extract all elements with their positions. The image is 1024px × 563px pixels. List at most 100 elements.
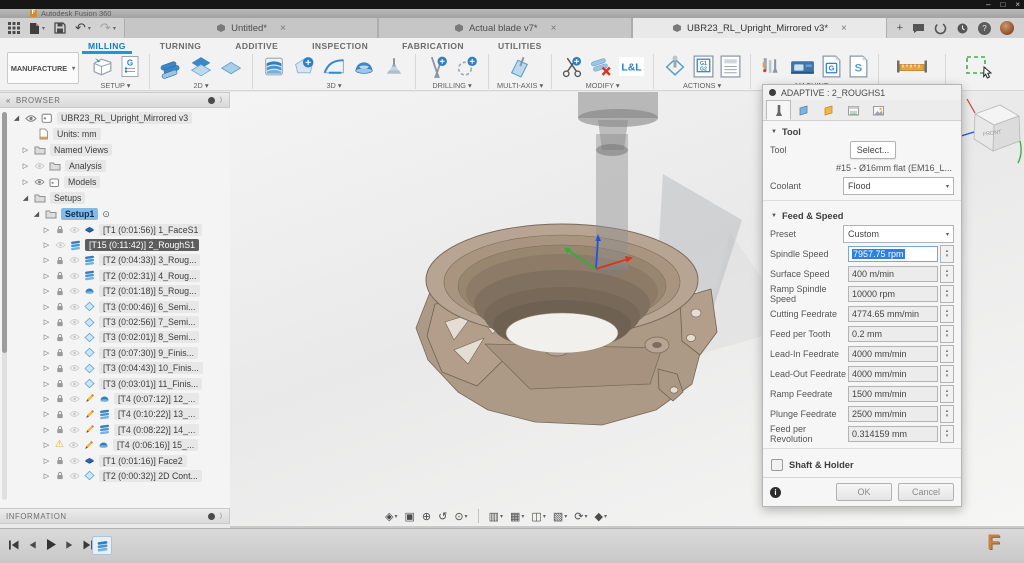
expander-icon[interactable]: ▷: [42, 256, 51, 264]
expander-icon[interactable]: ▷: [42, 441, 51, 449]
orbit-icon[interactable]: ↺: [438, 510, 447, 523]
eye-off-icon[interactable]: [69, 395, 80, 403]
new-tab-button[interactable]: +: [897, 22, 903, 34]
operation-label[interactable]: [T1 (0:01:56)] 1_FaceS1: [99, 224, 202, 236]
active-setup-radio-icon[interactable]: ⊙: [102, 209, 110, 220]
capture-image-icon[interactable]: ▣: [404, 510, 414, 523]
operation-row[interactable]: ▷ [T2 (0:02:31)] 4_Roug...: [12, 268, 228, 283]
shaft-holder-section[interactable]: Shaft & Holder: [763, 453, 961, 477]
operation-label[interactable]: [T3 (0:07:30)] 9_Finis...: [99, 347, 198, 359]
operation-label[interactable]: [T4 (0:08:22)] 14_...: [114, 424, 199, 436]
feed-row-input[interactable]: 4000 mm/min: [848, 346, 938, 362]
effects-icon[interactable]: ◆▾: [594, 510, 606, 523]
tool-select-button[interactable]: Select...: [850, 141, 896, 159]
display-settings-icon[interactable]: ▥▾: [489, 510, 503, 523]
close-tab-icon[interactable]: ×: [841, 23, 847, 34]
simulate-icon[interactable]: [662, 54, 688, 79]
3d-steep-shallow-icon[interactable]: [321, 54, 347, 79]
operation-label[interactable]: [T2 (0:01:18)] 5_Roug...: [99, 285, 200, 297]
eye-off-icon[interactable]: [69, 410, 80, 418]
feed-row-input[interactable]: 10000 rpm: [848, 286, 938, 302]
delete-passes-icon[interactable]: [589, 54, 614, 79]
new-setup-icon[interactable]: [90, 54, 115, 79]
expander-icon[interactable]: ▷: [42, 457, 51, 465]
operation-label[interactable]: [T3 (0:02:01)] 8_Semi...: [99, 331, 199, 343]
expander-icon[interactable]: ▷: [21, 146, 30, 154]
collapse-icon[interactable]: «: [6, 96, 11, 105]
expander-icon[interactable]: ▷: [42, 226, 51, 234]
tree-setups-row[interactable]: ◢ Setups: [12, 190, 228, 206]
expander-icon[interactable]: ▷: [42, 303, 51, 311]
ribbon-tab-inspection[interactable]: INSPECTION: [308, 41, 372, 51]
tool-library-icon[interactable]: [759, 54, 785, 79]
grid-and-snaps-icon[interactable]: ▦▾: [510, 510, 524, 523]
eye-off-icon[interactable]: [69, 472, 80, 480]
expander-icon[interactable]: ▷: [42, 395, 51, 403]
notifications-clock-icon[interactable]: [956, 22, 969, 35]
selection-marquee-icon[interactable]: [964, 54, 994, 80]
visual-style-icon[interactable]: ▧▾: [553, 510, 567, 523]
preset-select[interactable]: Custom ▾: [843, 225, 954, 243]
tab-tool[interactable]: [766, 100, 791, 120]
3d-dome-icon[interactable]: [351, 54, 377, 79]
eye-icon[interactable]: [25, 114, 37, 123]
operation-label[interactable]: [T3 (0:02:56)] 7_Semi...: [99, 316, 199, 328]
folder-label[interactable]: Setups: [50, 192, 85, 204]
feed-row-input[interactable]: 4000 mm/min: [848, 366, 938, 382]
operation-row[interactable]: ▷[T3 (0:00:46)] 6_Semi...: [12, 299, 228, 314]
feed-row-input[interactable]: 0.314159 mm: [848, 426, 938, 442]
expander-icon[interactable]: ▷: [42, 349, 51, 357]
close-tab-icon[interactable]: ×: [551, 23, 557, 34]
avatar[interactable]: [1000, 21, 1014, 35]
feed-row-input[interactable]: 0.2 mm: [848, 326, 938, 342]
workspace-selector[interactable]: MANUFACTURE ▾: [7, 52, 79, 84]
redo-button[interactable]: ↷▾: [100, 20, 116, 36]
feed-row-input[interactable]: 1500 mm/min: [848, 386, 938, 402]
expander-icon[interactable]: ▷: [42, 287, 51, 295]
dialog-header[interactable]: ADAPTIVE : 2_ROUGHS1: [763, 85, 961, 100]
eye-off-icon[interactable]: [69, 318, 80, 326]
feed-row-input[interactable]: 400 m/min: [848, 266, 938, 282]
browser-header[interactable]: « BROWSER ⟩: [0, 92, 230, 108]
folder-label[interactable]: Named Views: [50, 144, 112, 156]
eye-off-icon[interactable]: [69, 457, 80, 465]
operation-label[interactable]: [T3 (0:04:43)] 10_Finis...: [99, 362, 203, 374]
ribbon-tab-utilities[interactable]: UTILITIES: [494, 41, 546, 51]
part-model[interactable]: [416, 224, 717, 425]
expander-icon[interactable]: ▷: [42, 380, 51, 388]
thread-icon[interactable]: [454, 54, 480, 79]
eye-off-icon[interactable]: [69, 303, 80, 311]
operation-label[interactable]: [T2 (0:04:33)] 3_Roug...: [99, 254, 200, 266]
operation-row[interactable]: ▷[T4 (0:08:22)] 14_...: [12, 422, 228, 437]
expander-icon[interactable]: ▷: [42, 472, 51, 480]
eye-off-icon[interactable]: [69, 364, 80, 372]
3d-spiral-icon[interactable]: [381, 54, 407, 79]
undo-button[interactable]: ↶▾: [75, 20, 91, 36]
minimize-button[interactable]: –: [986, 1, 990, 9]
eye-off-icon[interactable]: [69, 426, 80, 434]
expander-icon[interactable]: ◢: [12, 114, 21, 122]
ok-button[interactable]: OK: [836, 483, 892, 501]
2d-face-icon[interactable]: [218, 54, 244, 79]
expander-icon[interactable]: ▷: [42, 272, 51, 280]
operation-row[interactable]: ▷ [T2 (0:01:18)] 5_Roug...: [12, 284, 228, 299]
save-button[interactable]: [54, 22, 66, 34]
machine-icon[interactable]: [789, 54, 816, 79]
tab-geometry[interactable]: [791, 100, 816, 120]
operation-label[interactable]: [T4 (0:07:12)] 12_...: [114, 393, 199, 405]
expander-icon[interactable]: ◢: [21, 194, 30, 202]
eye-off-icon[interactable]: [69, 349, 80, 357]
operation-row[interactable]: ▷[T1 (0:01:16)] Face2: [12, 453, 228, 468]
stepper[interactable]: ▴▾: [940, 405, 954, 423]
eye-off-icon[interactable]: [69, 272, 80, 280]
eye-off-icon[interactable]: [69, 333, 80, 341]
view-cube[interactable]: FRONT: [961, 99, 1021, 163]
feed-row-input[interactable]: 7957.75 rpm: [848, 246, 938, 262]
operation-label[interactable]: [T2 (0:02:31)] 4_Roug...: [99, 270, 200, 282]
operation-row[interactable]: ▷⚠[T4 (0:06:16)] 15_...: [12, 437, 228, 452]
stepper[interactable]: ▴▾: [940, 285, 954, 303]
job-status-icon[interactable]: [934, 22, 947, 35]
adaptive-dialog[interactable]: ADAPTIVE : 2_ROUGHS1 ▼ Tool Tool Select.…: [762, 84, 962, 507]
expander-icon[interactable]: ▷: [42, 364, 51, 372]
skip-start-button[interactable]: [8, 539, 20, 551]
